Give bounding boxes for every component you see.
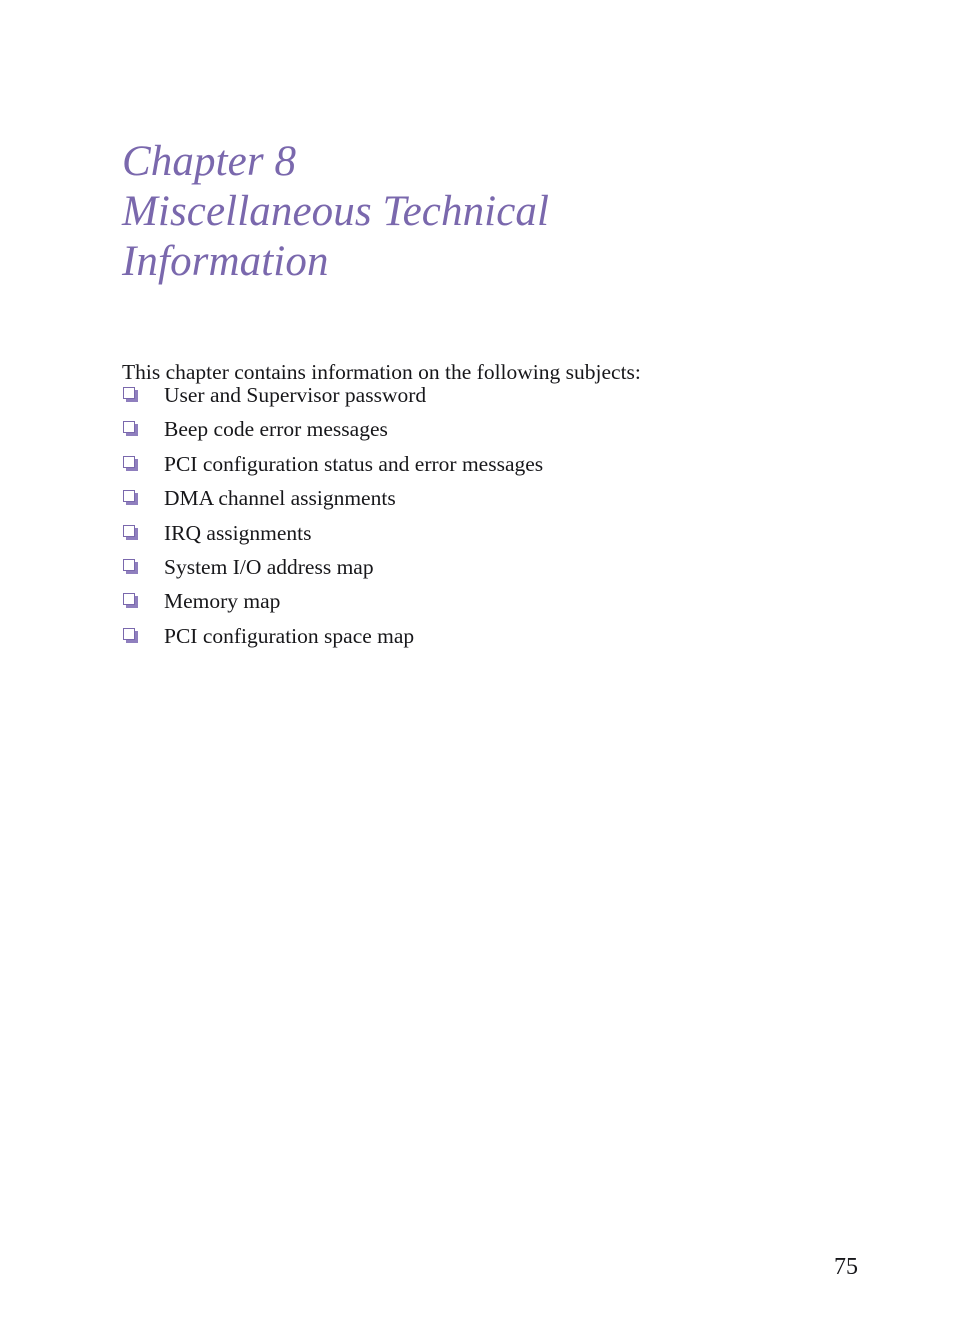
shadowed-square-bullet-icon [123,524,138,540]
chapter-title-line-2: Miscellaneous Technical [122,187,550,235]
chapter-title-line-1: Chapter 8 [122,137,297,185]
page-number: 75 [834,1254,858,1280]
list-item-label: PCI configuration space map [164,623,415,648]
shadowed-square-bullet-icon [123,455,138,471]
page-title: Chapter 8 Miscellaneous Technical Inform… [122,137,842,287]
list-item: PCI configuration space map [122,619,882,653]
list-item: DMA channel assignments [122,481,882,515]
list-item-label: System I/O address map [164,554,374,579]
list-item: User and Supervisor password [122,378,882,412]
list-item-label: User and Supervisor password [164,383,427,407]
list-item: System I/O address map [122,550,882,584]
list-item: PCI configuration status and error messa… [122,447,882,481]
document-page: Chapter 8 Miscellaneous Technical Inform… [0,0,954,1340]
list-item-label: Memory map [164,589,281,614]
shadowed-square-bullet-icon [123,593,138,609]
list-item-label: PCI configuration status and error messa… [164,451,544,476]
shadowed-square-bullet-icon [123,387,138,402]
list-item: Beep code error messages [122,412,882,446]
subject-list: User and Supervisor password Beep code e… [122,378,882,653]
list-item-label: IRQ assignments [164,520,312,545]
chapter-title-line-3: Information [122,237,329,285]
shadowed-square-bullet-icon [123,627,138,643]
shadowed-square-bullet-icon [123,558,138,574]
list-item: IRQ assignments [122,516,882,550]
list-item-label: DMA channel assignments [164,486,396,511]
shadowed-square-bullet-icon [123,490,138,506]
shadowed-square-bullet-icon [123,421,138,437]
list-item: Memory map [122,584,882,618]
list-item-label: Beep code error messages [164,417,388,442]
